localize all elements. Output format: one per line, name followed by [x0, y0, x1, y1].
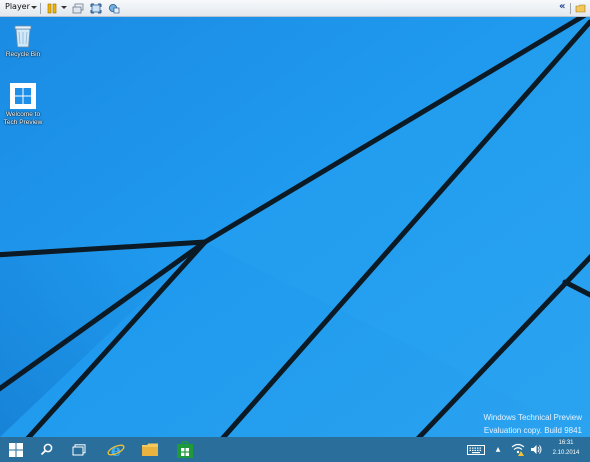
player-menu-button[interactable]: Player — [5, 2, 30, 11]
svg-text:e: e — [111, 441, 121, 459]
task-view-icon — [72, 443, 86, 455]
store-icon — [177, 440, 193, 458]
toolbar-divider — [570, 3, 571, 14]
task-view-button[interactable] — [64, 437, 94, 462]
show-hidden-icons-button[interactable]: ▲ — [491, 437, 505, 462]
player-menu-caret-icon[interactable] — [31, 6, 37, 9]
file-explorer-button[interactable] — [135, 437, 165, 462]
search-icon — [40, 443, 52, 456]
network-button[interactable] — [510, 437, 526, 462]
collapse-library-icon[interactable]: « — [559, 1, 565, 12]
internet-explorer-icon: e — [107, 441, 125, 459]
clock-time[interactable]: 16:31 — [546, 440, 586, 446]
toolbar-divider — [40, 3, 41, 14]
send-ctrl-alt-del-icon[interactable] — [72, 3, 84, 14]
search-button[interactable] — [31, 437, 61, 462]
welcome-label-line1: Welcome to — [5, 111, 41, 118]
recycle-bin-label: Recycle Bin — [5, 51, 41, 58]
start-button[interactable] — [1, 437, 31, 462]
watermark-line1: Windows Technical Preview — [483, 413, 582, 422]
keyboard-icon — [467, 444, 485, 455]
recycle-bin-shortcut[interactable]: Recycle Bin — [0, 23, 46, 59]
watermark-line2: Evaluation copy. Build 9841 — [483, 426, 582, 435]
pause-icon[interactable] — [47, 3, 57, 14]
desktop[interactable]: Recycle Bin Welcome to Tech Preview Wind… — [0, 17, 590, 437]
fullscreen-icon[interactable] — [90, 3, 102, 14]
network-icon — [511, 443, 525, 456]
volume-button[interactable] — [528, 437, 544, 462]
store-button[interactable] — [170, 437, 200, 462]
recycle-bin-icon — [14, 25, 32, 48]
folder-icon[interactable] — [575, 3, 587, 14]
internet-explorer-button[interactable]: e — [101, 437, 131, 462]
touch-keyboard-button[interactable] — [463, 437, 489, 462]
pause-dropdown-caret-icon[interactable] — [61, 6, 67, 9]
evaluation-watermark: Windows Technical Preview Evaluation cop… — [382, 411, 582, 437]
welcome-tech-preview-shortcut[interactable]: Welcome to Tech Preview — [0, 83, 46, 127]
windows-logo-icon — [10, 83, 36, 109]
desktop-wallpaper — [0, 17, 590, 437]
taskbar: e ▲ 16:31 2.10.2014 — [0, 437, 590, 462]
clock-date[interactable]: 2.10.2014 — [546, 450, 586, 456]
speaker-icon — [531, 445, 542, 454]
welcome-label-line2: Tech Preview — [3, 119, 43, 126]
player-toolbar: Player « — [0, 0, 590, 17]
folder-icon — [142, 443, 158, 456]
windows-start-icon — [9, 442, 23, 457]
unity-mode-icon[interactable] — [108, 3, 120, 14]
